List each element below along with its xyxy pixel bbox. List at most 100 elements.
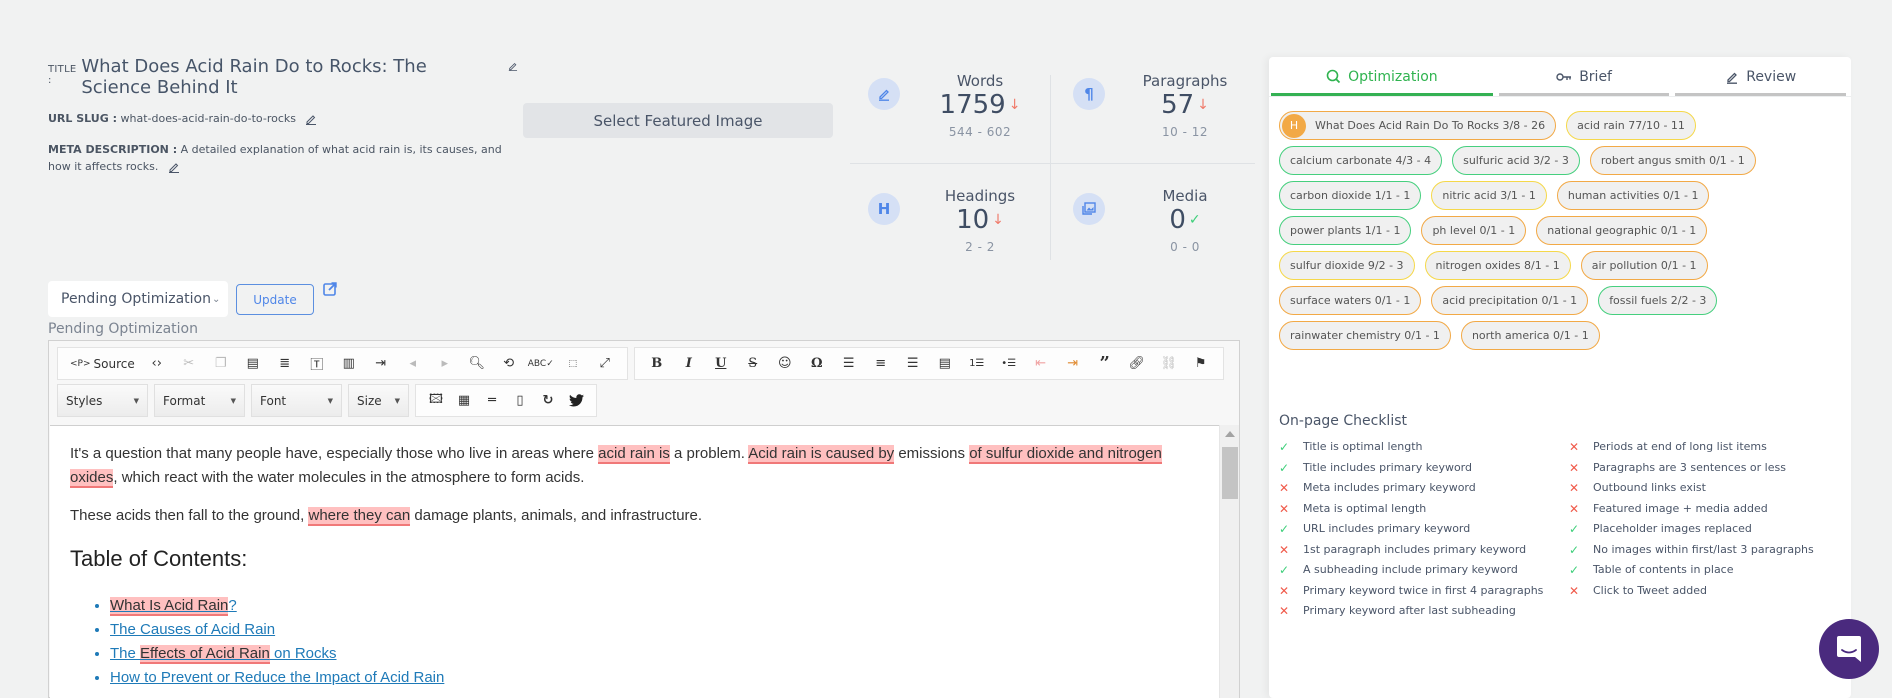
cross-icon: ✕ (1279, 604, 1290, 618)
source-button[interactable]: <P> Source (64, 350, 141, 378)
keyword-chip[interactable]: nitrogen oxides 8/1 - 1 (1424, 251, 1571, 280)
keyword-chip[interactable]: air pollution 0/1 - 1 (1580, 251, 1708, 280)
twitter-icon[interactable] (562, 387, 590, 415)
indent-icon[interactable]: ⇥ (1057, 350, 1089, 378)
table-icon[interactable]: ▦ (450, 387, 478, 415)
bulleted-list-icon[interactable]: •☰ (993, 350, 1025, 378)
text-run: emissions (894, 445, 970, 462)
justify-icon[interactable]: ▤ (929, 350, 961, 378)
keyword-chip[interactable]: H What Does Acid Rain Do To Rocks 3/8 - 2… (1279, 111, 1557, 140)
keyword-chip[interactable]: surface waters 0/1 - 1 (1279, 286, 1422, 315)
scroll-up-arrow-icon[interactable] (1225, 431, 1235, 437)
paste-word-icon[interactable]: ▥ (333, 350, 365, 378)
chat-support-button[interactable] (1819, 619, 1879, 679)
keyword-text: What Does Acid Rain Do To Rocks 3/8 - 26 (1315, 119, 1546, 132)
keyword-chip[interactable]: sulfuric acid 3/2 - 3 (1452, 146, 1580, 175)
scrollbar-thumb[interactable] (1222, 447, 1238, 499)
keyword-chip[interactable]: sulfur dioxide 9/2 - 3 (1279, 251, 1415, 280)
redo-icon[interactable]: ▸ (429, 350, 461, 378)
heading-icon: H (868, 193, 900, 225)
select-featured-image-button[interactable]: Select Featured Image (523, 103, 833, 138)
bold-icon[interactable]: B (641, 350, 673, 378)
anchor-flag-icon[interactable]: ⚑ (1185, 350, 1217, 378)
keyword-chip[interactable]: nitric acid 3/1 - 1 (1431, 181, 1547, 210)
tab-review[interactable]: Review (1675, 57, 1846, 96)
size-dropdown[interactable]: Size ▼ (348, 384, 409, 417)
keyword-chip[interactable]: north america 0/1 - 1 (1460, 321, 1600, 350)
edit-title-icon[interactable] (508, 60, 518, 72)
export-icon[interactable]: ⇥ (365, 350, 397, 378)
editor-scrollbar[interactable] (1219, 425, 1239, 698)
horizontal-rule-icon[interactable]: ═ (478, 387, 506, 415)
emoji-icon[interactable]: ☺ (769, 350, 801, 378)
link-text: How to Prevent or Reduce the Impact of A… (110, 669, 445, 686)
find-icon[interactable]: 🔍︎ (461, 350, 493, 378)
align-center-icon[interactable]: ≡ (865, 350, 897, 378)
image-icon[interactable]: 🖾 (422, 387, 450, 415)
align-left-icon[interactable]: ☰ (833, 350, 865, 378)
current-status-label: Pending Optimization (48, 321, 198, 337)
cut-icon[interactable]: ✂ (173, 350, 205, 378)
toc-link[interactable]: What Is Acid Rain? (110, 597, 237, 616)
italic-icon[interactable]: I (673, 350, 705, 378)
keyword-chip[interactable]: ph level 0/1 - 1 (1421, 216, 1527, 245)
spellcheck-icon[interactable]: ABC✓ (525, 350, 557, 378)
keyword-chip[interactable]: acid rain 77/10 - 11 (1566, 111, 1696, 140)
styles-dropdown[interactable]: Styles ▼ (57, 384, 148, 417)
underline-icon[interactable]: U (705, 350, 737, 378)
keyword-chip[interactable]: power plants 1/1 - 1 (1279, 216, 1412, 245)
keyword-chip[interactable]: acid precipitation 0/1 - 1 (1431, 286, 1589, 315)
link-icon[interactable]: 🔗︎ (1121, 350, 1153, 378)
keyword-chip[interactable]: rainwater chemistry 0/1 - 1 (1279, 321, 1451, 350)
paragraph-1: It's a question that many people have, e… (70, 442, 1200, 490)
url-slug: what-does-acid-rain-do-to-rocks (120, 112, 296, 125)
paste-plain-icon[interactable]: 🅃 (301, 350, 333, 378)
checklist-item: ✓ Placeholder images replaced (1569, 521, 1859, 537)
text-run: a problem. (669, 445, 749, 462)
keyword-chip[interactable]: carbon dioxide 1/1 - 1 (1279, 181, 1422, 210)
show-blocks-icon[interactable]: ⬚ (557, 350, 589, 378)
toc-link[interactable]: The Effects of Acid Rain on Rocks (110, 645, 337, 664)
toc-link[interactable]: The Causes of Acid Rain (110, 621, 275, 638)
keyword-chip[interactable]: robert angus smith 0/1 - 1 (1589, 146, 1756, 175)
replace-icon[interactable]: ⟲ (493, 350, 525, 378)
undo-icon[interactable]: ◂ (397, 350, 429, 378)
toc-item: What Is Acid Rain? (110, 594, 1200, 618)
cross-icon: ✕ (1569, 440, 1580, 454)
font-dropdown[interactable]: Font ▼ (251, 384, 342, 417)
code-snippet-button[interactable]: ‹› (141, 350, 173, 378)
outdent-icon[interactable]: ⇤ (1025, 350, 1057, 378)
status-dropdown[interactable]: Pending Optimization ⌄ (48, 281, 228, 317)
special-char-icon[interactable]: Ω (801, 350, 833, 378)
keyword-chip[interactable]: national geographic 0/1 - 1 (1536, 216, 1708, 245)
blockquote-icon[interactable]: ” (1089, 350, 1121, 378)
refresh-icon[interactable]: ↻ (534, 387, 562, 415)
maximize-icon[interactable]: ⤢ (589, 350, 621, 378)
cross-icon: ✕ (1279, 542, 1290, 557)
keyword-chip[interactable]: fossil fuels 2/2 - 3 (1598, 286, 1718, 315)
align-right-icon[interactable]: ☰ (897, 350, 929, 378)
keyword-chip[interactable]: human activities 0/1 - 1 (1556, 181, 1710, 210)
copy-icon[interactable]: ❐ (205, 350, 237, 378)
format-dropdown[interactable]: Format ▼ (154, 384, 245, 417)
external-link-icon[interactable] (323, 282, 337, 296)
checklist-text: Table of contents in place (1593, 563, 1734, 576)
update-button[interactable]: Update (236, 284, 314, 315)
checklist-text: A subheading include primary keyword (1303, 563, 1518, 576)
page-break-icon[interactable]: ▯ (506, 387, 534, 415)
checklist-text: No images within first/last 3 paragraphs (1593, 542, 1814, 556)
unlink-icon[interactable]: ⛓ (1153, 350, 1185, 378)
paste-icon[interactable]: ▤ (237, 350, 269, 378)
keyword-chip[interactable]: calcium carbonate 4/3 - 4 (1279, 146, 1443, 175)
numbered-list-icon[interactable]: 1☰ (961, 350, 993, 378)
checklist-text: Primary keyword after last subheading (1303, 604, 1516, 617)
toc-link[interactable]: How to Prevent or Reduce the Impact of A… (110, 669, 444, 686)
editor-content[interactable]: It's a question that many people have, e… (50, 425, 1220, 698)
tab-brief[interactable]: Brief (1498, 57, 1670, 96)
edit-meta-icon[interactable] (168, 161, 180, 173)
strikethrough-icon[interactable]: S (737, 350, 769, 378)
paste-text-icon[interactable]: ≣ (269, 350, 301, 378)
edit-slug-icon[interactable] (305, 113, 317, 125)
tab-optimization[interactable]: Optimization (1271, 57, 1493, 96)
toolbar-group-insert: 🖾 ▦ ═ ▯ ↻ (415, 384, 597, 417)
